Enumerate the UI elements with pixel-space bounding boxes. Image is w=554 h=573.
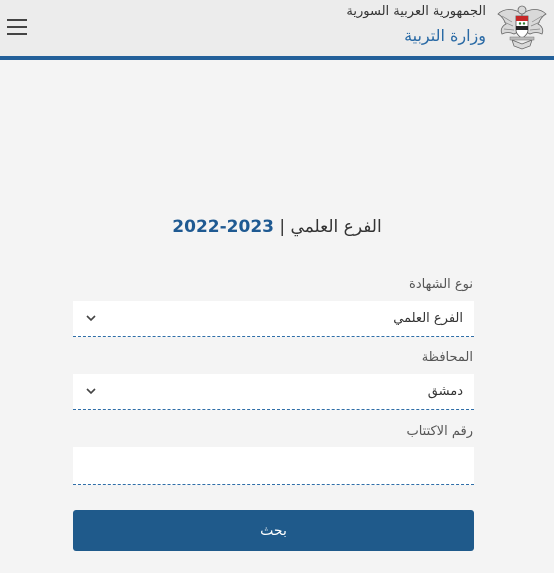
governorate-value: دمشق bbox=[427, 384, 463, 399]
branch-title: الفرع العلمي | bbox=[279, 217, 382, 237]
certificate-type-value: الفرع العلمي bbox=[393, 311, 463, 326]
search-button[interactable]: بحث bbox=[73, 510, 474, 551]
exam-number-input[interactable] bbox=[73, 447, 474, 485]
menu-icon-line bbox=[7, 33, 27, 35]
header-accent-line bbox=[0, 56, 554, 60]
menu-icon[interactable] bbox=[7, 16, 29, 38]
ministry-name[interactable]: وزارة التربية bbox=[404, 26, 486, 45]
menu-icon-line bbox=[7, 26, 27, 28]
certificate-type-label: نوع الشهادة bbox=[409, 277, 473, 292]
exam-number-label: رقم الاكتتاب bbox=[406, 424, 473, 439]
header-bar: الجمهورية العربية السورية وزارة التربية bbox=[0, 0, 554, 56]
country-name: الجمهورية العربية السورية bbox=[346, 4, 486, 19]
certificate-type-select[interactable]: الفرع العلمي bbox=[73, 301, 474, 337]
exam-year: 2023-2022 bbox=[172, 217, 274, 237]
governorate-select[interactable]: دمشق bbox=[73, 374, 474, 410]
page-title: الفرع العلمي | 2023-2022 bbox=[0, 217, 554, 237]
chevron-down-icon bbox=[86, 315, 96, 322]
chevron-down-icon bbox=[86, 388, 96, 395]
governorate-label: المحافظة bbox=[421, 350, 473, 365]
emblem-icon[interactable] bbox=[496, 2, 548, 52]
menu-icon-line bbox=[7, 19, 27, 21]
